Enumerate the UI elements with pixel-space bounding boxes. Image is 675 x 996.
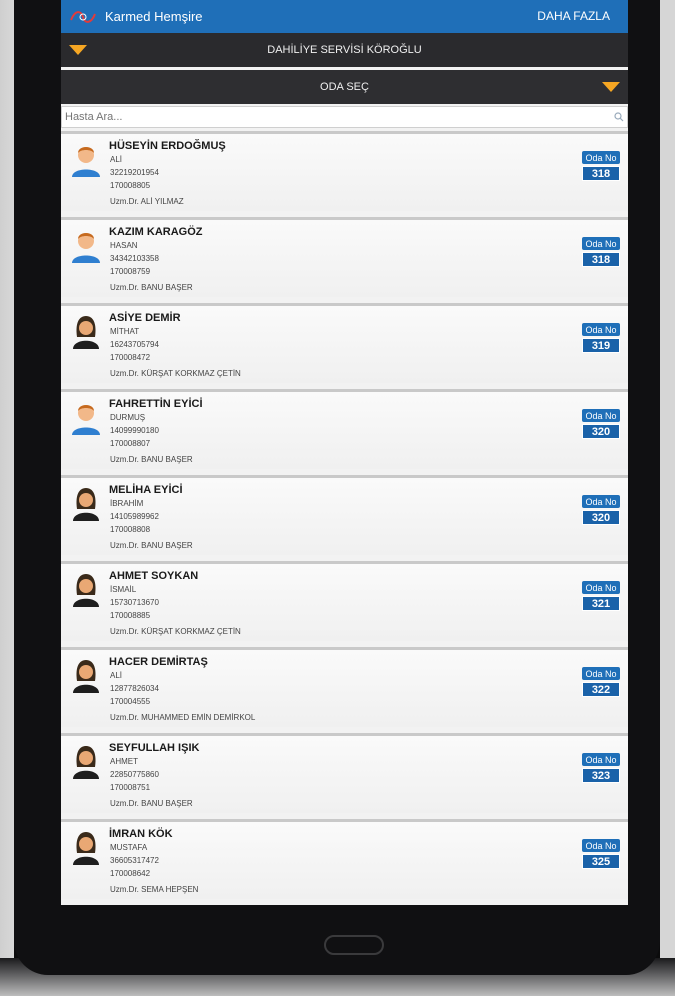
male-avatar-icon — [72, 147, 100, 177]
patient-doctor: Uzm.Dr. BANU BAŞER — [110, 541, 193, 550]
patient-father-name: İBRAHİM — [110, 499, 144, 508]
patient-name: HACER DEMİRTAŞ — [109, 656, 208, 668]
patient-protocol-number: 170004555 — [110, 697, 151, 706]
patient-father-name: AHMET — [110, 757, 138, 766]
patient-protocol-number: 170008472 — [110, 353, 151, 362]
patient-name: FAHRETTİN EYİCİ — [109, 398, 203, 410]
patient-father-name: MİTHAT — [110, 327, 140, 336]
patient-protocol-number: 170008807 — [110, 439, 151, 448]
service-dropdown-icon[interactable] — [69, 45, 87, 55]
female-avatar-icon — [73, 316, 99, 349]
patient-doctor: Uzm.Dr. BANU BAŞER — [110, 799, 193, 808]
patient-name: HÜSEYİN ERDOĞMUŞ — [109, 140, 226, 152]
patient-protocol-number: 170008759 — [110, 267, 151, 276]
room-no-label: Oda No — [582, 323, 620, 336]
male-avatar-icon — [72, 233, 100, 263]
patient-father-name: DURMUŞ — [110, 413, 146, 422]
female-avatar-icon — [73, 746, 99, 779]
patient-father-name: ALİ — [110, 155, 123, 164]
patient-protocol-number: 170008808 — [110, 525, 151, 534]
patient-name: ASİYE DEMİR — [109, 312, 181, 324]
room-no-label: Oda No — [582, 151, 620, 164]
patient-id-number: 15730713670 — [110, 598, 159, 607]
patient-name: KAZIM KARAGÖZ — [109, 226, 203, 238]
female-avatar-icon — [73, 832, 99, 865]
patient-protocol-number: 170008885 — [110, 611, 151, 620]
room-selector[interactable]: ODA SEÇ — [61, 70, 628, 104]
patient-doctor: Uzm.Dr. MUHAMMED EMİN DEMİRKOL — [110, 713, 256, 722]
search-icon[interactable] — [614, 112, 624, 122]
patient-doctor: Uzm.Dr. SEMA HEPŞEN — [110, 885, 199, 894]
room-number-badge: 320 — [582, 510, 620, 525]
patient-card[interactable]: SEYFULLAH IŞIK AHMET 22850775860 1700087… — [61, 733, 628, 813]
patient-card[interactable]: ASİYE DEMİR MİTHAT 16243705794 170008472… — [61, 303, 628, 383]
patient-doctor: Uzm.Dr. ALİ YILMAZ — [110, 197, 184, 206]
patient-id-number: 12877826034 — [110, 684, 159, 693]
patient-card[interactable]: MELİHA EYİCİ İBRAHİM 14105989962 1700088… — [61, 475, 628, 555]
patient-protocol-number: 170008751 — [110, 783, 151, 792]
patient-protocol-number: 170008805 — [110, 181, 151, 190]
female-avatar-icon — [73, 660, 99, 693]
room-select-label: ODA SEÇ — [320, 81, 369, 93]
room-no-label: Oda No — [582, 409, 620, 422]
patient-card[interactable]: HACER DEMİRTAŞ ALİ 12877826034 170004555… — [61, 647, 628, 727]
patient-id-number: 34342103358 — [110, 254, 159, 263]
patient-list: HÜSEYİN ERDOĞMUŞ ALİ 32219201954 1700088… — [61, 131, 628, 905]
patient-id-number: 14099990180 — [110, 426, 159, 435]
room-number-badge: 320 — [582, 424, 620, 439]
room-no-label: Oda No — [582, 581, 620, 594]
female-avatar-icon — [73, 488, 99, 521]
patient-id-number: 32219201954 — [110, 168, 159, 177]
room-number-badge: 322 — [582, 682, 620, 697]
service-label: DAHİLİYE SERVİSİ KÖROĞLU — [267, 44, 422, 56]
app-bar: Karmed Hemşire DAHA FAZLA — [61, 0, 628, 33]
home-button[interactable] — [324, 935, 384, 955]
room-number-badge: 321 — [582, 596, 620, 611]
room-no-label: Oda No — [582, 667, 620, 680]
patient-card[interactable]: FAHRETTİN EYİCİ DURMUŞ 14099990180 17000… — [61, 389, 628, 469]
patient-doctor: Uzm.Dr. KÜRŞAT KORKMAZ ÇETİN — [110, 627, 241, 636]
patient-name: AHMET SOYKAN — [109, 570, 199, 582]
room-no-label: Oda No — [582, 237, 620, 250]
male-avatar-icon — [72, 405, 100, 435]
patient-father-name: ALİ — [110, 671, 123, 680]
patient-card[interactable]: HÜSEYİN ERDOĞMUŞ ALİ 32219201954 1700088… — [61, 131, 628, 211]
app-title: Karmed Hemşire — [105, 9, 203, 24]
patient-doctor: Uzm.Dr. BANU BAŞER — [110, 455, 193, 464]
search-bar — [61, 106, 628, 128]
patient-id-number: 22850775860 — [110, 770, 159, 779]
patient-card[interactable]: AHMET SOYKAN İSMAİL 15730713670 17000888… — [61, 561, 628, 641]
patient-search-input[interactable] — [62, 107, 588, 127]
room-number-badge: 325 — [582, 854, 620, 869]
app-logo-icon — [70, 11, 96, 23]
patient-father-name: MUSTAFA — [110, 843, 148, 852]
room-dropdown-icon[interactable] — [602, 82, 620, 92]
room-number-badge: 323 — [582, 768, 620, 783]
female-avatar-icon — [73, 574, 99, 607]
room-no-label: Oda No — [582, 753, 620, 766]
patient-protocol-number: 170008642 — [110, 869, 151, 878]
patient-id-number: 36605317472 — [110, 856, 159, 865]
patient-id-number: 16243705794 — [110, 340, 159, 349]
room-number-badge: 318 — [582, 252, 620, 267]
patient-name: SEYFULLAH IŞIK — [109, 742, 200, 754]
patient-card[interactable]: KAZIM KARAGÖZ HASAN 34342103358 17000875… — [61, 217, 628, 297]
patient-father-name: İSMAİL — [110, 585, 137, 594]
app-screen: Karmed Hemşire DAHA FAZLA DAHİLİYE SERVİ… — [61, 0, 628, 905]
patient-name: MELİHA EYİCİ — [109, 484, 183, 496]
room-no-label: Oda No — [582, 839, 620, 852]
patient-father-name: HASAN — [110, 241, 138, 250]
more-button[interactable]: DAHA FAZLA — [537, 9, 610, 23]
service-selector[interactable]: DAHİLİYE SERVİSİ KÖROĞLU — [61, 33, 628, 67]
patient-card[interactable]: İMRAN KÖK MUSTAFA 36605317472 170008642 … — [61, 819, 628, 899]
patient-doctor: Uzm.Dr. BANU BAŞER — [110, 283, 193, 292]
patient-doctor: Uzm.Dr. KÜRŞAT KORKMAZ ÇETİN — [110, 369, 241, 378]
patient-name: İMRAN KÖK — [109, 828, 173, 840]
room-number-badge: 318 — [582, 166, 620, 181]
room-no-label: Oda No — [582, 495, 620, 508]
patient-id-number: 14105989962 — [110, 512, 159, 521]
room-number-badge: 319 — [582, 338, 620, 353]
